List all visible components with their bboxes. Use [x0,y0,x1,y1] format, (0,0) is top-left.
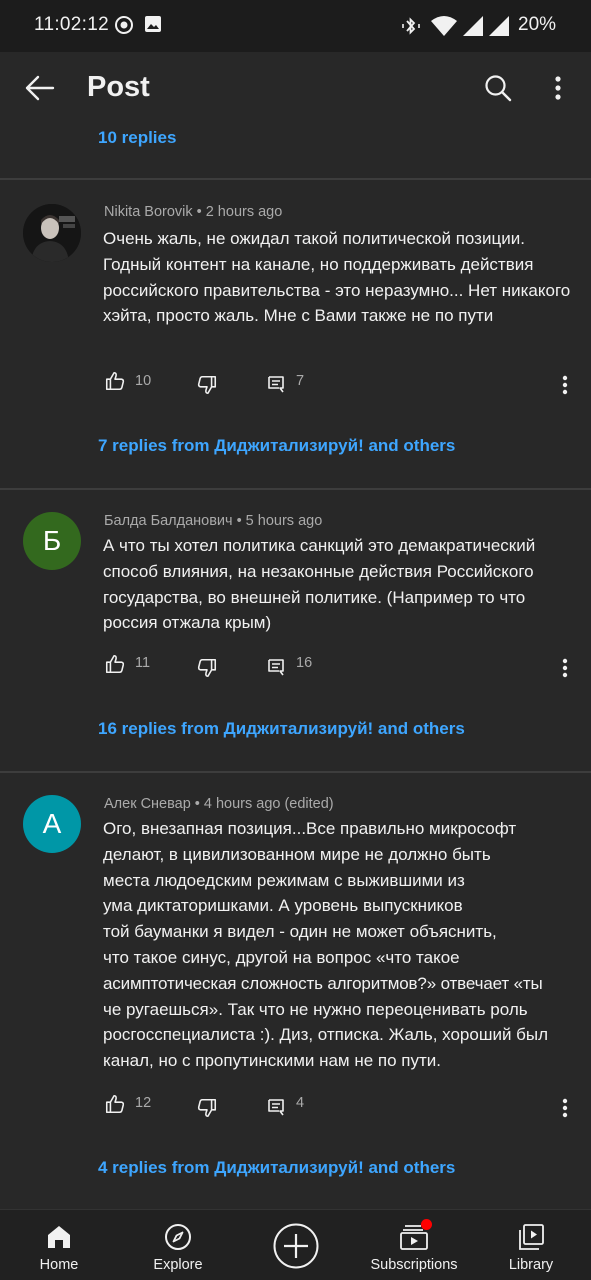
comment-text: Ого, внезапная позиция...Все правильно м… [103,816,573,1074]
comment-item: Б Балда Балданович • 5 hours ago А что ты … [0,490,591,771]
like-count: 12 [135,1095,152,1111]
reply-button[interactable] [266,657,286,677]
comment-icon [268,1099,284,1116]
comment-meta: Алек Сневар • 4 hours ago (edited) [104,796,334,812]
replies-link[interactable]: 7 replies from Диджитализируй! and other… [98,436,455,456]
dislike-button[interactable] [196,657,218,679]
like-button[interactable] [104,653,126,675]
comment-time: 4 hours ago (edited) [203,796,334,812]
thumb-up-icon [105,654,125,674]
thumb-down-icon [197,1098,217,1118]
dislike-button[interactable] [196,374,218,396]
comment-text-line: канал, но с пропутинскими нам не по пути… [103,1051,442,1071]
comment-more-icon[interactable] [553,656,577,680]
like-count: 10 [135,373,152,389]
thumb-up-icon [105,371,125,391]
nav-label: Explore [153,1257,203,1273]
comment-author[interactable]: Балда Балданович [104,513,233,529]
reply-button[interactable] [266,374,286,394]
comment-author[interactable]: Nikita Borovik [104,204,193,220]
comment-more-icon[interactable] [553,373,577,397]
reply-count: 7 [296,373,305,389]
comment-text-line: че ругаешься». Так что не нужно переоцен… [103,999,528,1019]
wifi-icon [430,15,458,42]
comment-text-line: места людоедским режимам с выжившими из [103,870,465,890]
app-bar: Post [0,52,591,126]
comment-icon [268,659,284,676]
notification-dot [421,1219,432,1230]
comment-icon [268,376,284,393]
subscriptions-icon [399,1219,432,1251]
nav-label: Library [508,1257,554,1273]
replies-link[interactable]: 4 replies from Диджитализируй! and other… [98,1158,455,1178]
comment-text-line: асимптотическая сложность алгоритмов?» о… [103,973,543,993]
comment-item: Nikita Borovik • 2 hours ago Очень жаль, н… [0,180,591,488]
comment-text-line: той бауманки я видел - один не может объ… [103,922,497,942]
comment-meta: Балда Балданович • 5 hours ago [104,513,322,529]
battery-level: 20% [518,14,557,35]
compass-icon [164,1223,192,1251]
meta-separator: • [236,513,242,529]
create-plus-icon [273,1223,319,1269]
back-arrow-icon[interactable] [22,70,58,106]
avatar[interactable]: Б [23,512,81,570]
signal-icon-2 [488,15,510,42]
like-button[interactable] [104,370,126,392]
avatar[interactable] [23,204,81,262]
page-title: Post [87,71,150,103]
thumb-down-icon [197,658,217,678]
comment-text-line: делают, в цивилизованном мире не должно … [103,844,491,864]
like-count: 11 [135,655,151,671]
comment-item: А Алек Сневар • 4 hours ago (edited) Ого, … [0,773,591,1209]
reply-count: 4 [296,1095,305,1111]
comment-meta: Nikita Borovik • 2 hours ago [104,204,282,220]
nav-label: Home [39,1257,79,1273]
nav-explore[interactable]: Explore [142,1210,214,1280]
thumb-down-icon [197,375,217,395]
meta-separator: • [194,796,200,812]
comment-text-line: ума диктаторишками. А уровень выпускнико… [103,896,463,916]
status-time: 11:02:12 [34,14,109,35]
comment-author[interactable]: Алек Сневар [104,796,191,812]
comment-more-icon[interactable] [553,1096,577,1120]
nav-label: Subscriptions [370,1257,458,1273]
comment-text-line: росгосспециалиста :). Диз, отписка. Жаль… [103,1025,549,1045]
search-icon[interactable] [480,70,516,106]
bluetooth-vibrate-icon [400,15,422,42]
meta-separator: • [196,204,202,220]
nav-subscriptions[interactable]: Subscriptions [366,1210,462,1280]
replies-link-top[interactable]: 10 replies [98,128,176,148]
status-bar: 11:02:12 20% [0,0,591,52]
comment-time: 5 hours ago [245,513,323,529]
comment-text: А что ты хотел политика санкций это дема… [103,536,536,633]
media-record-icon [114,15,134,40]
replies-link[interactable]: 16 replies from Диджитализируй! and othe… [98,719,465,739]
avatar-letter: Б [42,525,62,556]
comment-text-line: что такое синус, другой на вопрос «что т… [103,947,460,967]
nav-create[interactable] [270,1210,322,1280]
reply-button[interactable] [266,1097,286,1117]
like-button[interactable] [104,1093,126,1115]
bottom-navigation: Home Explore Subscriptions Library [0,1209,591,1280]
comment-text-line: Ого, внезапная позиция...Все правильно м… [103,819,517,838]
signal-icon [462,15,484,42]
library-icon [517,1223,545,1251]
image-icon [144,15,162,38]
reply-count: 16 [296,655,313,671]
more-vert-icon[interactable] [540,70,576,106]
comment-text: Очень жаль, не ожидал такой политической… [103,229,571,326]
thumb-up-icon [105,1094,125,1114]
home-icon [46,1223,72,1251]
avatar-letter: А [42,808,62,839]
comment-time: 2 hours ago [205,204,283,220]
nav-home[interactable]: Home [24,1210,94,1280]
comments-list: 10 replies Nikita Borovik • 2 hours ago Оч… [0,126,591,1209]
nav-library[interactable]: Library [500,1210,562,1280]
dislike-button[interactable] [196,1097,218,1119]
avatar[interactable]: А [23,795,81,853]
